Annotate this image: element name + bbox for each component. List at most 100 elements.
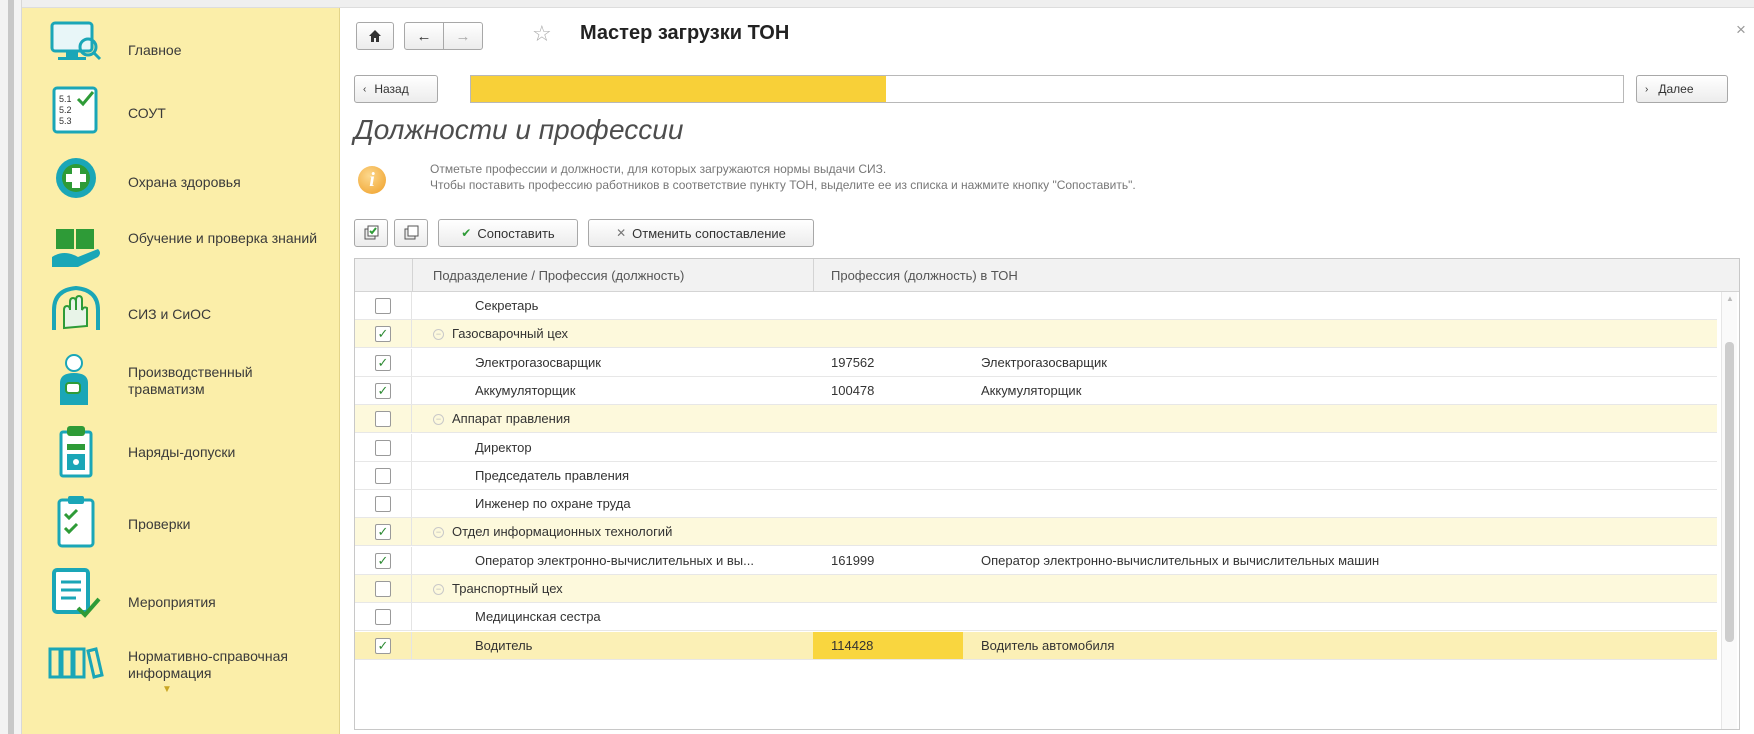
sidebar-item-label: СИЗ и СиОС [128, 306, 212, 322]
sidebar-item-label: Главное [128, 42, 182, 58]
ton-code: 114428 [831, 637, 874, 653]
row-checkbox[interactable]: ✓ [375, 637, 391, 654]
row-name-text: Аппарат правления [452, 411, 571, 427]
sidebar-item-label: Обучение и проверка знаний [128, 230, 318, 246]
forward-nav-button[interactable]: → [443, 22, 483, 50]
checkbox-cell: ✓ [355, 518, 412, 546]
medical-cross-icon [44, 150, 108, 206]
table-group-row[interactable]: − Аппарат правления [355, 405, 1717, 434]
sidebar-item-permits[interactable]: Наряды-допуски [22, 422, 339, 482]
sidebar-item-main[interactable]: Главное [22, 14, 339, 70]
collapse-icon[interactable]: − [433, 414, 444, 426]
profession-name: Электрогазосварщик [475, 355, 601, 370]
profession-name: Инженер по охране труда [475, 496, 631, 511]
table-row[interactable]: ✓ Водитель 114428 Водитель автомобиля [355, 631, 1717, 660]
table-row[interactable]: ✓ Оператор электронно-вычислительных и вы… [355, 546, 1717, 575]
table-row[interactable]: Инженер по охране труда [355, 490, 1717, 519]
table-scrollbar[interactable]: ▲ [1721, 292, 1737, 729]
row-checkbox[interactable] [375, 581, 391, 597]
checkbox-cell: ✓ [355, 348, 412, 376]
permit-icon [44, 424, 108, 480]
home-button[interactable] [356, 22, 394, 50]
checkmark-icon: ✔ [461, 226, 472, 240]
column-header-department[interactable]: Подразделение / Профессия (должность) [433, 268, 684, 283]
checkbox-cell: ✓ [355, 320, 412, 348]
clipboard-check-icon [44, 494, 108, 550]
checkbox-cell [355, 405, 412, 433]
department-name: − Транспортный цех [433, 581, 563, 596]
table-row[interactable]: ✓ Аккумуляторщик 100478 Аккумуляторщик [355, 376, 1717, 405]
sidebar-item-inspections[interactable]: Проверки [22, 492, 339, 552]
row-name-text: Транспортный цех [452, 581, 563, 596]
sidebar-item-health[interactable]: Охрана здоровья [22, 150, 339, 206]
unmatch-button[interactable]: ✕ Отменить сопоставление [588, 219, 814, 247]
list-check-icon [44, 566, 108, 622]
table-group-row[interactable]: − Транспортный цех [355, 575, 1717, 603]
checkbox-cell [355, 292, 412, 319]
sidebar-item-ppe[interactable]: СИЗ и СиОС [22, 280, 339, 340]
scroll-up-icon[interactable]: ▲ [1726, 294, 1734, 303]
gloves-icon [44, 282, 108, 338]
checkbox-cell: ✓ [355, 546, 412, 574]
row-checkbox[interactable]: ✓ [375, 326, 391, 343]
sidebar-item-label: Мероприятия [128, 594, 216, 610]
scrollbar-thumb[interactable] [1725, 342, 1734, 642]
sidebar-item-training[interactable]: Обучение и проверка знаний [22, 216, 339, 276]
row-checkbox[interactable] [375, 439, 391, 456]
table-row[interactable]: Секретарь [355, 292, 1717, 320]
star-icon[interactable]: ☆ [532, 21, 552, 47]
table-row[interactable]: Медицинская сестра [355, 603, 1717, 632]
department-name: − Газосварочный цех [433, 326, 568, 341]
sidebar: Главное 5.1 5.2 5.3 СОУТ Охрана здоровья [22, 8, 340, 734]
sidebar-item-activities[interactable]: Мероприятия [22, 564, 339, 624]
left-resize-bar[interactable] [8, 0, 14, 734]
window-left-edge [0, 0, 22, 734]
row-name-text: Отдел информационных технологий [452, 524, 673, 540]
row-name-text: Водитель [475, 637, 533, 653]
profession-name: Оператор электронно-вычислительных и вы.… [475, 553, 754, 568]
table-row[interactable]: ✓ Электрогазосварщик 197562 Электрогазосвар… [355, 348, 1717, 377]
select-all-button[interactable] [354, 219, 388, 247]
sidebar-item-reference[interactable]: Нормативно-справочная информация ▼ [22, 634, 339, 734]
collapse-icon[interactable]: − [433, 584, 444, 596]
row-checkbox[interactable] [375, 609, 391, 626]
checkbox-cell [355, 490, 412, 518]
collapse-icon[interactable]: − [433, 329, 444, 341]
deselect-all-button[interactable] [394, 219, 428, 247]
sidebar-more-icon[interactable]: ▼ [162, 684, 172, 695]
chevron-left-icon: ‹ [363, 83, 367, 95]
column-header-ton-profession[interactable]: Профессия (должность) в ТОН [831, 268, 1018, 283]
checkbox-cell [355, 461, 412, 489]
wizard-next-button[interactable]: › Далее [1636, 75, 1728, 103]
table-group-row[interactable]: ✓ − Газосварочный цех [355, 320, 1717, 349]
wizard-back-button[interactable]: ‹ Назад [354, 75, 438, 103]
sidebar-item-label: Производственный травматизм [128, 364, 253, 397]
window-title: Мастер загрузки ТОН [580, 22, 790, 44]
table-row[interactable]: Директор [355, 433, 1717, 462]
sidebar-item-label: Наряды-допуски [128, 444, 236, 460]
row-checkbox[interactable]: ✓ [375, 552, 391, 569]
ton-profession-name: Аккумуляторщик [981, 382, 1082, 398]
row-checkbox[interactable]: ✓ [375, 382, 391, 399]
row-checkbox[interactable] [375, 298, 391, 314]
row-checkbox[interactable]: ✓ [375, 524, 391, 541]
close-icon[interactable]: × [1736, 20, 1746, 40]
window-top-edge [0, 0, 1754, 8]
row-checkbox[interactable]: ✓ [375, 354, 391, 371]
table-group-row[interactable]: ✓ − Отдел информационных технологий [355, 518, 1717, 547]
injured-person-icon [44, 352, 108, 408]
row-name-text: Электрогазосварщик [475, 354, 601, 370]
row-name-text: Директор [475, 439, 532, 455]
back-nav-button[interactable]: ← [404, 22, 444, 50]
match-button[interactable]: ✔ Сопоставить [438, 219, 578, 247]
row-name-text: Оператор электронно-вычислительных и вы.… [475, 552, 754, 568]
sidebar-item-sout[interactable]: 5.1 5.2 5.3 СОУТ [22, 82, 339, 138]
collapse-icon[interactable]: − [433, 527, 444, 539]
row-checkbox[interactable] [375, 496, 391, 513]
row-name-text: Инженер по охране труда [475, 496, 631, 512]
chevron-right-icon: › [1645, 83, 1649, 95]
sidebar-item-injuries[interactable]: Производственный травматизм [22, 350, 339, 410]
row-checkbox[interactable] [375, 467, 391, 484]
row-checkbox[interactable] [375, 411, 391, 428]
table-row[interactable]: Председатель правления [355, 461, 1717, 490]
